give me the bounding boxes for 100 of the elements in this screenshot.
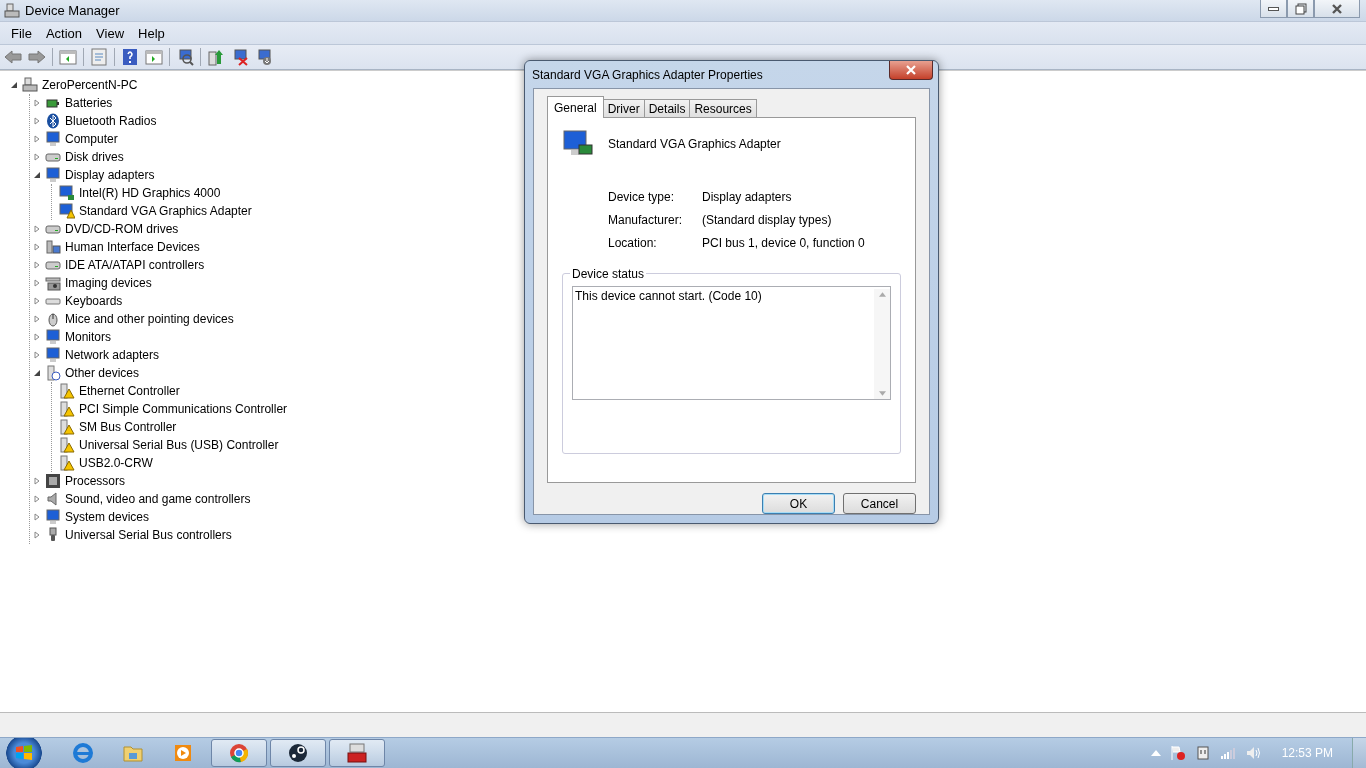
back-icon[interactable] xyxy=(4,48,22,66)
tree-item[interactable]: Universal Serial Bus (USB) Controller xyxy=(79,438,279,452)
tree-item[interactable]: Sound, video and game controllers xyxy=(65,492,251,506)
unknown-icon xyxy=(45,365,61,381)
close-button[interactable] xyxy=(1314,0,1360,18)
forward-icon[interactable] xyxy=(28,48,46,66)
warning-device-icon xyxy=(59,437,75,453)
expand-arrow-icon[interactable] xyxy=(33,494,42,504)
device-name: Standard VGA Graphics Adapter xyxy=(608,137,781,151)
scan-hardware-icon[interactable] xyxy=(176,48,194,66)
warning-device-icon xyxy=(59,419,75,435)
menu-item[interactable]: Help xyxy=(131,25,172,41)
monitor-icon xyxy=(45,167,61,183)
tree-item[interactable]: Disk drives xyxy=(65,150,124,164)
chrome-taskbar-button[interactable] xyxy=(211,739,267,767)
bluetooth-icon xyxy=(45,113,61,129)
cancel-button[interactable]: Cancel xyxy=(843,493,916,514)
tree-item[interactable]: Ethernet Controller xyxy=(79,384,180,398)
restore-button[interactable] xyxy=(1287,0,1314,18)
minimize-button[interactable] xyxy=(1260,0,1287,18)
tree-item[interactable]: Network adapters xyxy=(65,348,160,362)
action-center-icon[interactable] xyxy=(1169,745,1186,761)
menu-item[interactable]: Action xyxy=(38,25,90,41)
monitor-warning-icon xyxy=(59,203,75,219)
show-desktop-button[interactable] xyxy=(1352,738,1366,768)
scroll-up-icon[interactable] xyxy=(878,292,886,297)
tree-item[interactable]: ZeroPercentN-PC xyxy=(42,78,138,92)
update-driver-icon[interactable] xyxy=(207,48,225,66)
scroll-down-icon[interactable] xyxy=(878,391,886,396)
monitor-icon xyxy=(45,347,61,363)
expand-arrow-icon[interactable] xyxy=(33,260,42,270)
close-button[interactable] xyxy=(889,61,933,80)
toolbox-taskbar-button[interactable] xyxy=(329,739,385,767)
signal-icon[interactable] xyxy=(1219,745,1236,761)
show-hidden-icons-icon[interactable] xyxy=(1150,750,1161,756)
status-text-box[interactable]: This device cannot start. (Code 10) xyxy=(572,286,891,400)
expand-arrow-icon[interactable] xyxy=(33,296,42,306)
volume-icon[interactable] xyxy=(1244,745,1261,761)
monitor-icon xyxy=(59,185,75,201)
tree-item[interactable]: DVD/CD-ROM drives xyxy=(65,222,179,236)
monitor-icon xyxy=(45,131,61,147)
expand-arrow-icon[interactable] xyxy=(33,278,42,288)
expand-arrow-icon[interactable] xyxy=(33,314,42,324)
tree-item[interactable]: Other devices xyxy=(65,366,140,380)
expand-arrow-icon[interactable] xyxy=(33,98,42,108)
computer-icon xyxy=(22,77,38,93)
tree-item[interactable]: Keyboards xyxy=(65,294,123,308)
hid-icon xyxy=(45,239,61,255)
restore-icon xyxy=(1294,2,1307,15)
tree-item[interactable]: Computer xyxy=(65,132,118,146)
expand-arrow-icon[interactable] xyxy=(33,134,42,144)
power-icon[interactable] xyxy=(1194,745,1211,761)
tree-item[interactable]: Mice and other pointing devices xyxy=(65,312,234,326)
steam-taskbar-button[interactable] xyxy=(270,739,326,767)
tree-item[interactable]: Bluetooth Radios xyxy=(65,114,157,128)
uninstall-icon[interactable] xyxy=(231,48,249,66)
collapse-arrow-icon[interactable] xyxy=(33,170,42,180)
expand-arrow-icon[interactable] xyxy=(33,332,42,342)
tree-item[interactable]: Human Interface Devices xyxy=(65,240,200,254)
menu-item[interactable]: File xyxy=(4,25,39,41)
properties-icon[interactable] xyxy=(90,48,108,66)
expand-arrow-icon[interactable] xyxy=(33,152,42,162)
property-label: Location: xyxy=(608,236,658,250)
tree-item[interactable]: Standard VGA Graphics Adapter xyxy=(79,204,252,218)
expand-arrow-icon[interactable] xyxy=(33,224,42,234)
tree-item[interactable]: Display adapters xyxy=(65,168,155,182)
menu-item[interactable]: View xyxy=(89,25,132,41)
window-pane-icon[interactable] xyxy=(59,48,77,66)
tree-item[interactable]: Imaging devices xyxy=(65,276,152,290)
expand-arrow-icon[interactable] xyxy=(33,350,42,360)
tree-item[interactable]: Universal Serial Bus controllers xyxy=(65,528,232,542)
toolbox-icon xyxy=(345,741,369,765)
monitor-icon xyxy=(45,509,61,525)
tree-item[interactable]: SM Bus Controller xyxy=(79,420,177,434)
expand-arrow-icon[interactable] xyxy=(33,242,42,252)
expand-arrow-icon[interactable] xyxy=(33,476,42,486)
game-client-icon xyxy=(286,741,310,765)
window-pane-icon[interactable] xyxy=(145,48,163,66)
minimize-icon xyxy=(1268,6,1279,11)
tree-item[interactable]: Batteries xyxy=(65,96,113,110)
expand-arrow-icon[interactable] xyxy=(33,116,42,126)
disable-device-icon[interactable] xyxy=(255,48,273,66)
tree-item[interactable]: Monitors xyxy=(65,330,111,344)
close-icon xyxy=(905,65,917,75)
help-icon[interactable] xyxy=(121,48,139,66)
tree-item[interactable]: Intel(R) HD Graphics 4000 xyxy=(79,186,221,200)
collapse-arrow-icon[interactable] xyxy=(10,80,19,90)
warning-device-icon xyxy=(59,383,75,399)
chip-icon xyxy=(45,473,61,489)
tree-item[interactable]: IDE ATA/ATAPI controllers xyxy=(65,258,205,272)
tree-item[interactable]: PCI Simple Communications Controller xyxy=(79,402,288,416)
expand-arrow-icon[interactable] xyxy=(33,512,42,522)
tree-item[interactable]: System devices xyxy=(65,510,150,524)
collapse-arrow-icon[interactable] xyxy=(33,368,42,378)
ok-button[interactable]: OK xyxy=(762,493,835,514)
expand-arrow-icon[interactable] xyxy=(33,530,42,540)
tab[interactable]: General xyxy=(547,96,604,118)
mouse-icon xyxy=(45,311,61,327)
tree-item[interactable]: Processors xyxy=(65,474,126,488)
tree-item[interactable]: USB2.0-CRW xyxy=(79,456,153,470)
